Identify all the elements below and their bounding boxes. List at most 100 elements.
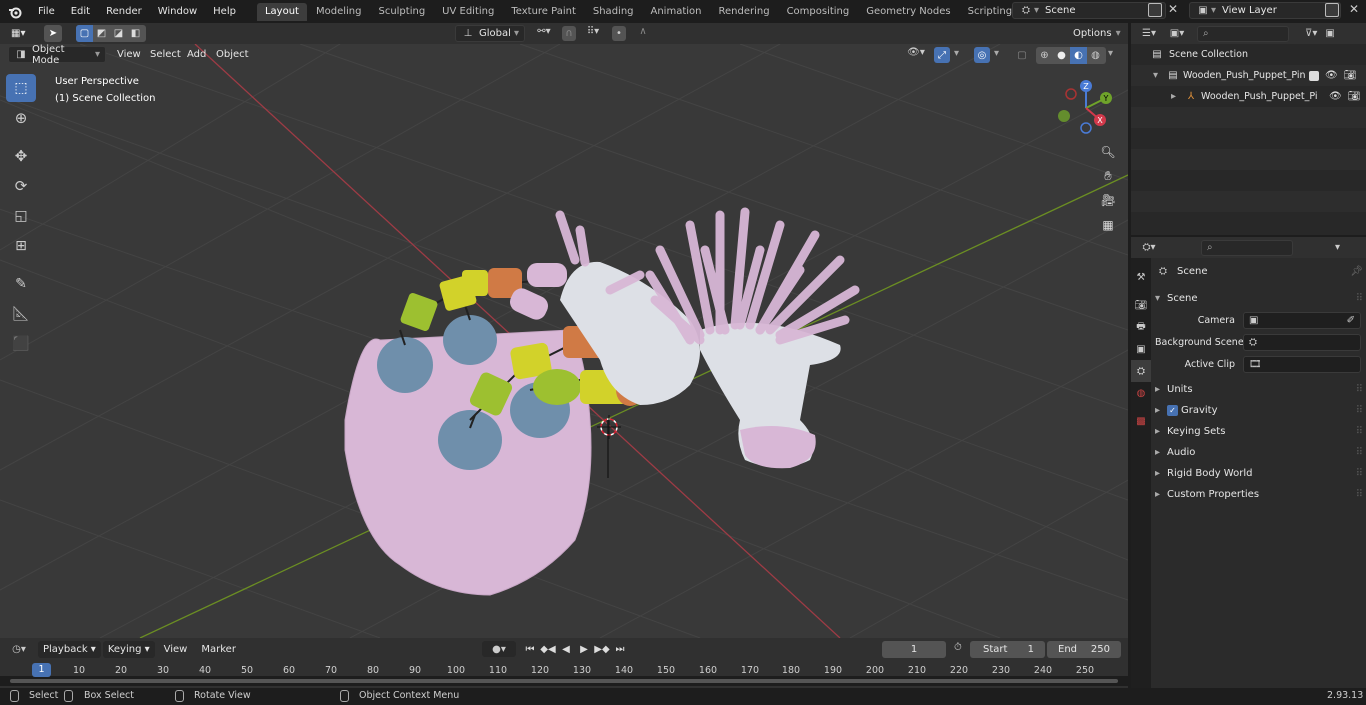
visibility-icon[interactable]: 👁︎▾	[903, 47, 929, 58]
view-layer-selector[interactable]: ▣ ▾ View Layer	[1189, 2, 1341, 19]
3d-viewport[interactable]: User Perspective (1) Scene Collection Z …	[0, 44, 1128, 638]
pin-icon[interactable]: 📌︎	[1350, 266, 1363, 277]
stopwatch-icon[interactable]: ⏱	[954, 642, 962, 653]
menu-playback[interactable]: Playback ▾	[38, 640, 101, 658]
prev-keyframe-icon[interactable]: ◆◀	[539, 644, 557, 655]
units-section[interactable]: ▸ Units ⠿	[1155, 379, 1363, 400]
delete-view-layer-icon[interactable]: ✕	[1349, 2, 1359, 16]
select-box-tool-icon[interactable]: ⬚	[6, 74, 36, 102]
menu-marker[interactable]: Marker	[196, 641, 241, 658]
menu-view[interactable]: View	[112, 46, 146, 63]
properties-editor-icon[interactable]: ⛭▾	[1137, 242, 1161, 253]
properties-options-icon[interactable]: ▾	[1335, 242, 1340, 253]
options-dropdown[interactable]: Options ▾	[1068, 25, 1124, 42]
tab-texture-paint[interactable]: Texture Paint	[503, 3, 584, 21]
texture-tab-icon[interactable]: ▩	[1131, 410, 1151, 432]
custom-properties-section[interactable]: ▸ Custom Properties ⠿	[1155, 484, 1363, 505]
view-layer-tab-icon[interactable]: ▣	[1131, 338, 1151, 360]
tab-layout[interactable]: Layout	[256, 2, 307, 21]
include-checkbox-icon[interactable]	[1309, 70, 1319, 81]
world-tab-icon[interactable]: ◍	[1131, 382, 1151, 404]
active-clip-field[interactable]: 🎞︎	[1243, 355, 1361, 373]
rotate-tool-icon[interactable]: ⟳	[6, 172, 36, 200]
select-tool-icon[interactable]: ➤	[44, 25, 62, 42]
camera-view-icon[interactable]: 🎥︎	[1097, 189, 1119, 211]
keying-sets-section[interactable]: ▸ Keying Sets ⠿	[1155, 421, 1363, 442]
tab-sculpting[interactable]: Sculpting	[370, 3, 433, 21]
menu-keying[interactable]: Keying ▾	[102, 640, 155, 658]
play-icon[interactable]: ▶	[575, 644, 593, 655]
tool-tab-icon[interactable]: ⚒	[1131, 266, 1151, 288]
outliner-scene-collection[interactable]: ▤ Scene Collection	[1131, 44, 1366, 65]
outliner-editor-icon[interactable]: ☰▾	[1137, 28, 1161, 39]
tab-uv-editing[interactable]: UV Editing	[434, 3, 502, 21]
eye-icon[interactable]: 👁︎	[1325, 70, 1338, 81]
tab-rendering[interactable]: Rendering	[710, 3, 777, 21]
annotate-tool-icon[interactable]: ✎	[6, 270, 36, 298]
tab-modeling[interactable]: Modeling	[308, 3, 370, 21]
mode-set-icon[interactable]: ▢	[76, 25, 93, 42]
gravity-section[interactable]: ▸ ✓ Gravity ⠿	[1155, 400, 1363, 421]
end-frame-field[interactable]: End 250	[1047, 641, 1121, 658]
menu-window[interactable]: Window	[150, 0, 205, 23]
timeline-editor-icon[interactable]: ◷▾	[6, 644, 32, 655]
wireframe-shading-icon[interactable]: ⊕	[1036, 50, 1053, 61]
properties-search-input[interactable]: ⌕	[1201, 239, 1293, 256]
xray-icon[interactable]: ▢	[1014, 47, 1030, 63]
scene-panel-header[interactable]: ▾ Scene ⠿	[1155, 288, 1363, 309]
render-tab-icon[interactable]: 📷︎	[1131, 294, 1151, 316]
add-cube-tool-icon[interactable]: ⬛	[6, 330, 36, 358]
filter-icon[interactable]: ⊽▾	[1305, 28, 1317, 39]
eyedropper-icon[interactable]: ✐	[1347, 315, 1355, 326]
tab-animation[interactable]: Animation	[643, 3, 710, 21]
menu-file[interactable]: File	[30, 0, 63, 23]
measure-tool-icon[interactable]: 📐︎	[6, 300, 36, 328]
shading-group[interactable]: ⊕ ● ◐ ◍	[1036, 47, 1106, 64]
next-keyframe-icon[interactable]: ▶◆	[593, 644, 611, 655]
mode-invert-icon[interactable]: ◧	[127, 28, 144, 39]
background-scene-field[interactable]: ⛭	[1243, 333, 1361, 351]
move-tool-icon[interactable]: ✥	[6, 142, 36, 170]
ortho-toggle-icon[interactable]: ▦	[1097, 214, 1119, 236]
menu-edit[interactable]: Edit	[63, 0, 98, 23]
outliner-item[interactable]: ▾ ▤ Wooden_Push_Puppet_Pink_L 👁︎ 📷︎	[1131, 65, 1366, 86]
snap-target-icon[interactable]: ⠿▾	[580, 26, 606, 37]
transform-tool-icon[interactable]: ⊞	[6, 232, 36, 260]
start-frame-field[interactable]: Start 1	[970, 641, 1045, 658]
display-mode-icon[interactable]: ▣▾	[1165, 28, 1189, 39]
navigation-gizmo[interactable]: Z Y X	[1054, 76, 1118, 140]
menu-select[interactable]: Select	[145, 46, 186, 63]
output-tab-icon[interactable]: 🖶︎	[1131, 316, 1151, 338]
editor-type-button[interactable]: ▦▾	[6, 25, 36, 42]
timeline-scrollbar[interactable]	[0, 676, 1128, 686]
tab-shading[interactable]: Shading	[585, 3, 642, 21]
auto-keying-icon[interactable]: ●▾	[482, 641, 516, 657]
current-frame-marker[interactable]: 1	[32, 663, 51, 677]
current-frame-field[interactable]: 1	[882, 641, 946, 658]
gizmo-toggle-icon[interactable]: ⤢	[934, 47, 950, 63]
menu-help[interactable]: Help	[205, 0, 244, 23]
orientation-dropdown[interactable]: ⊥ Global ▾	[455, 25, 525, 42]
tab-scripting[interactable]: Scripting	[960, 3, 1020, 21]
outliner-search-input[interactable]: ⌕	[1197, 25, 1289, 42]
camera-field[interactable]: ▣ ✐	[1243, 311, 1361, 329]
menu-object[interactable]: Object	[211, 46, 254, 63]
mode-extend-icon[interactable]: ◩	[93, 28, 110, 39]
menu-render[interactable]: Render	[98, 0, 150, 23]
solid-shading-icon[interactable]: ●	[1053, 50, 1070, 61]
zoom-view-icon[interactable]: 🔍︎	[1097, 141, 1119, 163]
overlays-icon[interactable]: ◎	[974, 47, 990, 63]
menu-add[interactable]: Add	[182, 46, 211, 63]
pivot-point-icon[interactable]: ⚯▾	[531, 26, 557, 37]
tab-compositing[interactable]: Compositing	[779, 3, 858, 21]
audio-section[interactable]: ▸ Audio ⠿	[1155, 442, 1363, 463]
blender-logo-icon[interactable]	[0, 0, 30, 23]
cursor-tool-icon[interactable]: ⊕	[6, 104, 36, 132]
material-shading-icon[interactable]: ◐	[1070, 47, 1087, 64]
rendered-shading-icon[interactable]: ◍	[1087, 50, 1104, 61]
scale-tool-icon[interactable]: ◱	[6, 202, 36, 230]
tab-geometry-nodes[interactable]: Geometry Nodes	[858, 3, 958, 21]
scene-tab-icon[interactable]: ⛭	[1131, 360, 1151, 382]
mode-dropdown[interactable]: ◨ Object Mode ▾	[8, 44, 106, 66]
mode-subtract-icon[interactable]: ◪	[110, 28, 127, 39]
